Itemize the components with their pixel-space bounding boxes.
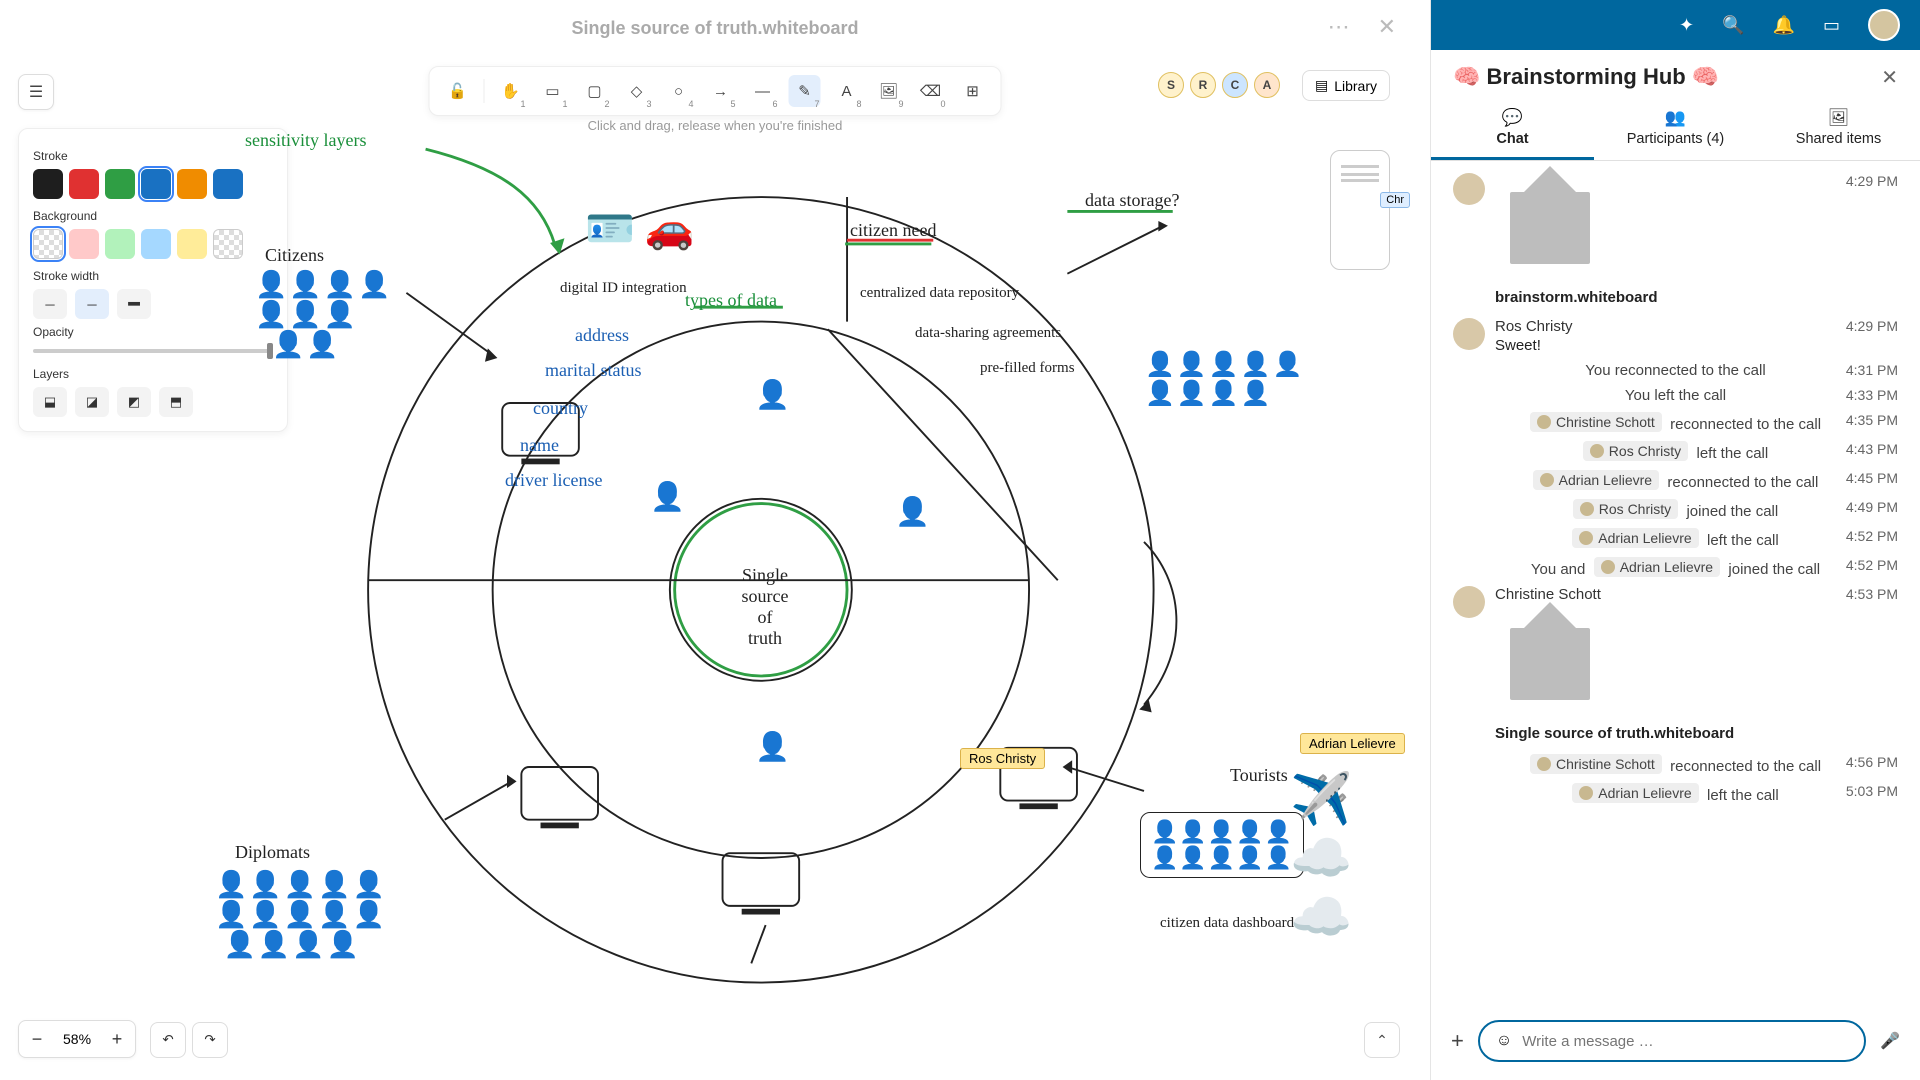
tourists-label: Tourists: [1230, 765, 1288, 786]
close-canvas-icon[interactable]: ✕: [1378, 14, 1396, 40]
layer-backward[interactable]: ◪: [75, 387, 109, 417]
repo-label: centralized data repository: [860, 285, 1019, 302]
types-label: types of data: [685, 290, 777, 311]
select-tool[interactable]: ▭1: [537, 75, 569, 107]
sensitivity-label: sensitivity layers: [245, 130, 366, 151]
stroke-thin[interactable]: ─: [33, 289, 67, 319]
rect-tool[interactable]: ▢2: [579, 75, 611, 107]
app-topbar: ✦ 🔍 🔔 ▭: [1431, 0, 1920, 50]
chat-tabs: 💬Chat 👥Participants (4) 🖼Shared items: [1431, 100, 1920, 161]
license-label: driver license: [505, 470, 602, 491]
line-tool[interactable]: —6: [747, 75, 779, 107]
sharing-label: data-sharing agreements: [915, 325, 1061, 342]
hand-tool[interactable]: ✋1: [495, 75, 527, 107]
attach-button[interactable]: +: [1451, 1028, 1464, 1054]
need-label: citizen need: [850, 220, 936, 241]
zoom-out[interactable]: −: [19, 1021, 55, 1057]
arrow-tool[interactable]: →5: [705, 75, 737, 107]
text-tool[interactable]: A8: [831, 75, 863, 107]
address-label: address: [575, 325, 629, 346]
citizens-label: Citizens: [265, 245, 324, 266]
forms-label: pre-filled forms: [980, 360, 1075, 377]
canvas-title: Single source of truth.whiteboard: [571, 18, 858, 39]
menu-button[interactable]: ☰: [18, 74, 54, 110]
bell-icon[interactable]: 🔔: [1773, 15, 1795, 36]
zoom-in[interactable]: +: [99, 1021, 135, 1057]
image-tool[interactable]: 🖼9: [873, 75, 905, 107]
toolbar: 🔓 ✋1 ▭1 ▢2 ◇3 ○4 →5 —6 ✎7 A8 🖼9 ⌫0 ⊞: [429, 66, 1002, 116]
stroke-color-swatch[interactable]: [105, 169, 135, 199]
tab-shared[interactable]: 🖼Shared items: [1757, 100, 1920, 160]
participant-bubble[interactable]: A: [1254, 72, 1280, 98]
country-label: country: [533, 398, 588, 419]
layer-back[interactable]: ⬓: [33, 387, 67, 417]
close-chat-icon[interactable]: ✕: [1881, 65, 1898, 90]
whiteboard-canvas[interactable]: Single source of truth.whiteboard ⋯ ✕ ☰ …: [0, 0, 1430, 1080]
chat-title: 🧠 Brainstorming Hub 🧠: [1453, 64, 1719, 90]
chat-icon: 💬: [1431, 108, 1594, 128]
pencil-tool[interactable]: ✎7: [789, 75, 821, 107]
stroke-med[interactable]: ─: [75, 289, 109, 319]
dashboard-label: citizen data dashboard: [1160, 915, 1294, 932]
message-field[interactable]: [1522, 1033, 1848, 1050]
tab-participants[interactable]: 👥Participants (4): [1594, 100, 1757, 160]
center-label: Singlesourceoftruth: [720, 565, 810, 649]
stroke-thick[interactable]: ━: [117, 289, 151, 319]
mic-icon[interactable]: 🎤: [1880, 1031, 1900, 1051]
cursor-ros: Ros Christy: [960, 748, 1045, 769]
book-icon: ▤: [1315, 77, 1328, 94]
lock-tool[interactable]: 🔓: [442, 75, 474, 107]
folder-icon: 🖼: [1757, 108, 1920, 128]
bg-color-swatch[interactable]: [33, 229, 63, 259]
participant-bubble[interactable]: S: [1158, 72, 1184, 98]
stroke-color-swatch[interactable]: [69, 169, 99, 199]
user-avatar[interactable]: [1868, 9, 1900, 41]
emoji-icon[interactable]: ☺: [1496, 1032, 1512, 1050]
more-icon[interactable]: ⋯: [1328, 14, 1350, 40]
layer-forward[interactable]: ◩: [117, 387, 151, 417]
contacts-icon[interactable]: ▭: [1823, 15, 1840, 36]
drawing-content: Singlesourceoftruth Citizens Diplomats T…: [150, 130, 1410, 1040]
diamond-tool[interactable]: ◇3: [621, 75, 653, 107]
tab-chat[interactable]: 💬Chat: [1431, 100, 1594, 160]
frame-tool[interactable]: ⊞: [957, 75, 989, 107]
minimap[interactable]: [1330, 150, 1390, 270]
bg-color-swatch[interactable]: [69, 229, 99, 259]
marital-label: marital status: [545, 360, 641, 381]
zoom-control: − 58% +: [18, 1020, 136, 1058]
storage-label: data storage?: [1085, 190, 1179, 211]
participant-avatars: SRCA: [1158, 72, 1280, 98]
zoom-value: 58%: [55, 1031, 99, 1047]
stroke-color-swatch[interactable]: [33, 169, 63, 199]
chat-messages[interactable]: 4:29 PMbrainstorm.whiteboardRos ChristyS…: [1431, 161, 1920, 1010]
minimap-cursor: Chr: [1380, 192, 1410, 208]
chat-input[interactable]: ☺: [1478, 1020, 1866, 1062]
chat-panel: ✦ 🔍 🔔 ▭ 🧠 Brainstorming Hub 🧠 ✕ 💬Chat 👥P…: [1430, 0, 1920, 1080]
circle-tool[interactable]: ○4: [663, 75, 695, 107]
participant-bubble[interactable]: R: [1190, 72, 1216, 98]
participant-bubble[interactable]: C: [1222, 72, 1248, 98]
eraser-tool[interactable]: ⌫0: [915, 75, 947, 107]
people-icon: 👥: [1594, 108, 1757, 128]
cursor-adrian: Adrian Lelievre: [1300, 733, 1405, 754]
library-button[interactable]: ▤Library: [1302, 70, 1390, 101]
bg-color-swatch[interactable]: [105, 229, 135, 259]
diplomats-label: Diplomats: [235, 842, 310, 863]
digitalid-label: digital ID integration: [560, 280, 687, 297]
sparkle-icon[interactable]: ✦: [1679, 15, 1694, 36]
search-icon[interactable]: 🔍: [1722, 15, 1744, 36]
name-label: name: [520, 435, 559, 456]
